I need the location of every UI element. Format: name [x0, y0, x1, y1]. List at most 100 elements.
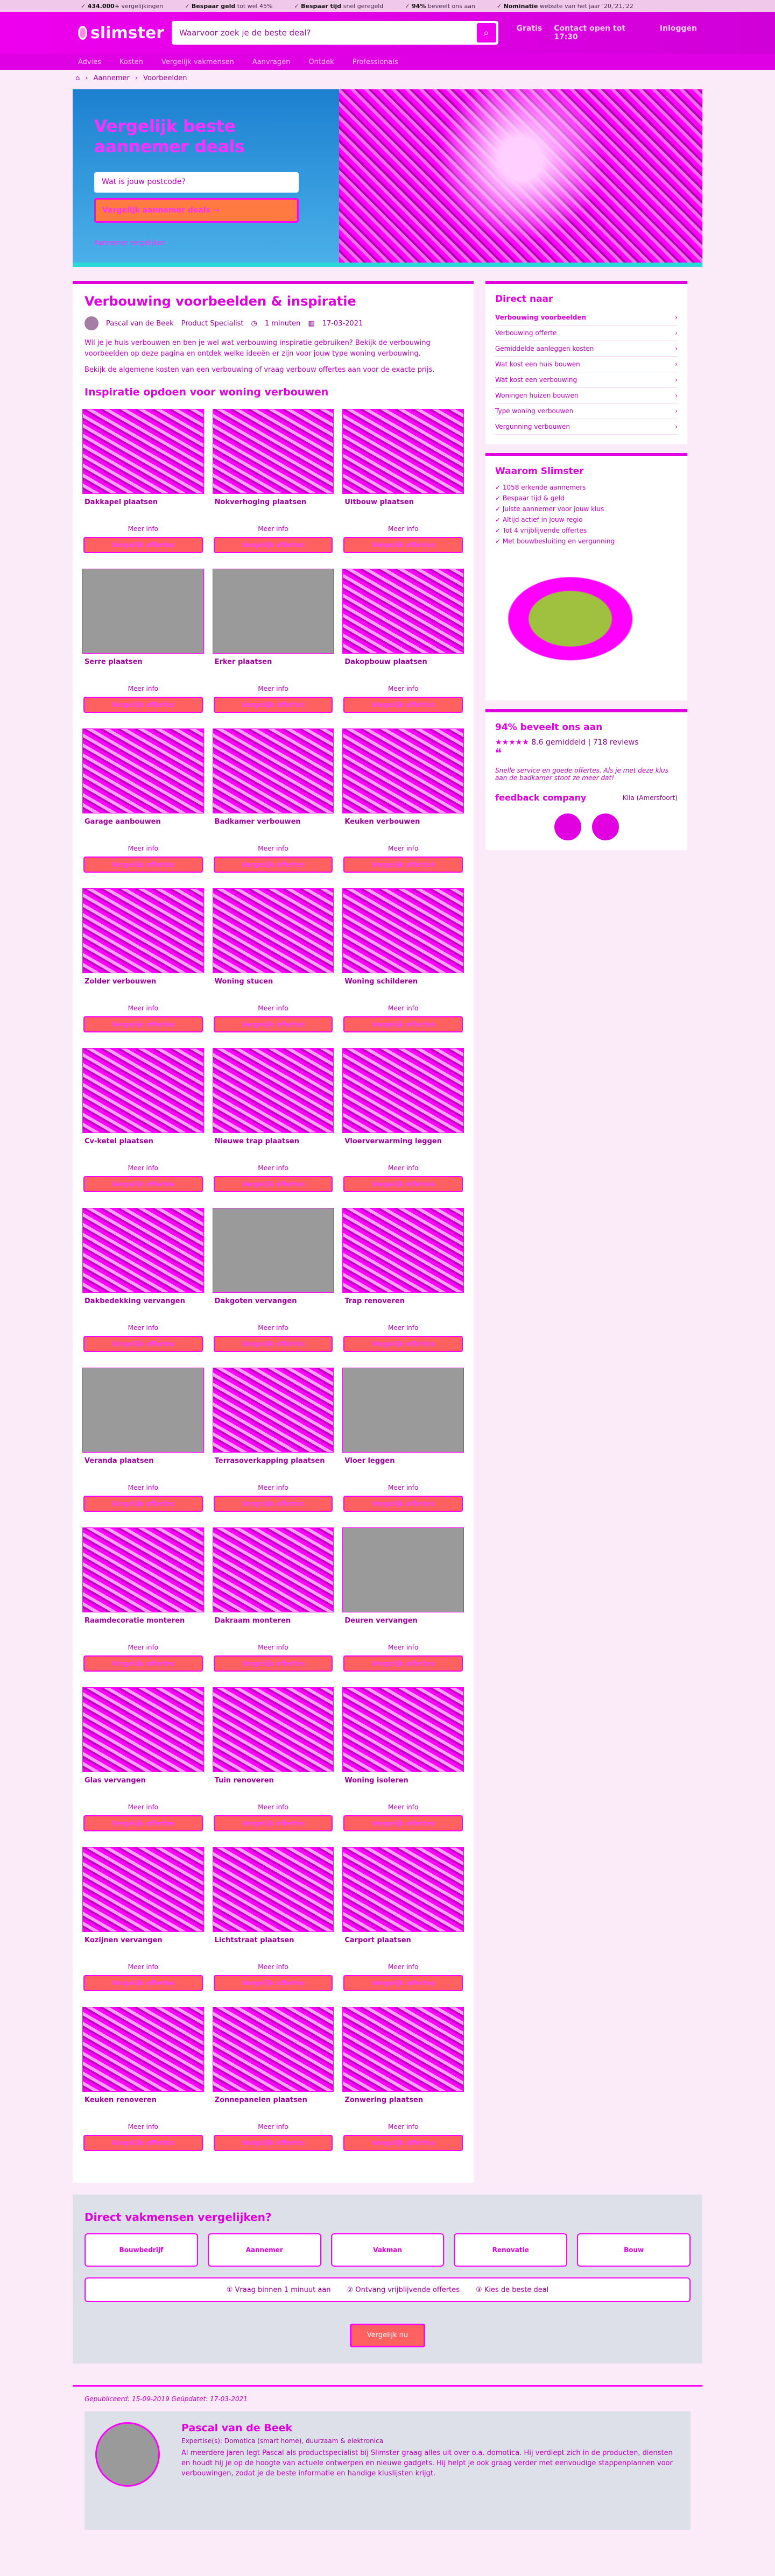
compare-button[interactable]: Vergelijk offertes: [83, 1655, 203, 1672]
more-info-link[interactable]: Meer info: [342, 1164, 464, 1176]
card-image[interactable]: [342, 1687, 464, 1772]
link-gratis[interactable]: Gratis: [517, 24, 542, 41]
card-image[interactable]: [82, 1527, 204, 1612]
card-image[interactable]: [82, 1048, 204, 1133]
card-image[interactable]: [212, 409, 334, 494]
compare-button[interactable]: Vergelijk offertes: [343, 1336, 463, 1352]
more-info-link[interactable]: Meer info: [213, 1484, 334, 1496]
compare-button[interactable]: Vergelijk offertes: [213, 1975, 333, 1991]
more-info-link[interactable]: Meer info: [342, 1803, 464, 1815]
compare-button[interactable]: Vergelijk offertes: [213, 1815, 333, 1831]
card-image[interactable]: [82, 1368, 204, 1453]
card-title[interactable]: Vloer leggen: [342, 1453, 464, 1482]
postcode-input[interactable]: Wat is jouw postcode?: [94, 172, 299, 193]
compare-button[interactable]: Vergelijk offertes: [83, 857, 203, 873]
more-info-link[interactable]: Meer info: [213, 525, 334, 537]
card-image[interactable]: [212, 1368, 334, 1453]
card-image[interactable]: [342, 1847, 464, 1932]
logo[interactable]: slimster: [78, 24, 164, 43]
card-image[interactable]: [82, 888, 204, 973]
compare-button[interactable]: Vergelijk offertes: [83, 1336, 203, 1352]
card-title[interactable]: Serre plaatsen: [82, 654, 204, 683]
compare-button[interactable]: Vergelijk offertes: [343, 1655, 463, 1672]
card-title[interactable]: Vloerverwarming leggen: [342, 1133, 464, 1162]
card-image[interactable]: [342, 1368, 464, 1453]
author-name[interactable]: Pascal van de Beek: [106, 320, 174, 328]
card-image[interactable]: [342, 1048, 464, 1133]
compare-button[interactable]: Vergelijk offertes: [213, 1496, 333, 1512]
vak-compare-button[interactable]: Vergelijk nu: [350, 2324, 425, 2347]
direct-link[interactable]: Verbouwing offerte ›: [495, 325, 678, 341]
card-image[interactable]: [82, 1847, 204, 1932]
direct-link[interactable]: Verbouwing voorbeelden ›: [495, 310, 678, 325]
more-info-link[interactable]: Meer info: [342, 1324, 464, 1336]
compare-button[interactable]: Vergelijk offertes: [213, 2135, 333, 2151]
card-image[interactable]: [342, 1527, 464, 1612]
direct-link[interactable]: Wat kost een verbouwing ›: [495, 372, 678, 388]
card-title[interactable]: Woning schilderen: [342, 973, 464, 1002]
more-info-link[interactable]: Meer info: [342, 525, 464, 537]
direct-link[interactable]: Gemiddelde aanleggen kosten ›: [495, 341, 678, 357]
card-image[interactable]: [82, 1687, 204, 1772]
vakman-logo[interactable]: Bouw: [577, 2233, 691, 2267]
compare-button[interactable]: Vergelijk offertes: [213, 537, 333, 553]
card-title[interactable]: Zonnepanelen plaatsen: [213, 2092, 334, 2121]
link-login[interactable]: Inloggen: [660, 24, 697, 41]
card-image[interactable]: [82, 1208, 204, 1293]
nav-professionals[interactable]: Professionals: [353, 58, 398, 66]
card-image[interactable]: [212, 569, 334, 654]
more-info-link[interactable]: Meer info: [82, 525, 204, 537]
card-title[interactable]: Nieuwe trap plaatsen: [213, 1133, 334, 1162]
more-info-link[interactable]: Meer info: [213, 1644, 334, 1655]
card-title[interactable]: Woning isoleren: [342, 1772, 464, 1801]
card-title[interactable]: Dakopbouw plaatsen: [342, 654, 464, 683]
card-image[interactable]: [342, 888, 464, 973]
card-image[interactable]: [342, 728, 464, 813]
compare-button[interactable]: Vergelijk offertes: [343, 1496, 463, 1512]
card-title[interactable]: Keuken verbouwen: [342, 813, 464, 843]
more-info-link[interactable]: Meer info: [213, 845, 334, 857]
home-icon[interactable]: ⌂: [75, 74, 80, 82]
compare-button[interactable]: Vergelijk offertes: [213, 1655, 333, 1672]
compare-button[interactable]: Vergelijk offertes: [343, 1815, 463, 1831]
more-info-link[interactable]: Meer info: [342, 685, 464, 697]
more-info-link[interactable]: Meer info: [213, 1963, 334, 1975]
card-image[interactable]: [212, 1687, 334, 1772]
card-image[interactable]: [342, 409, 464, 494]
card-image[interactable]: [212, 2007, 334, 2092]
more-info-link[interactable]: Meer info: [82, 685, 204, 697]
compare-button[interactable]: Vergelijk offertes: [83, 697, 203, 713]
card-title[interactable]: Trap renoveren: [342, 1293, 464, 1322]
card-title[interactable]: Terrasoverkapping plaatsen: [213, 1453, 334, 1482]
more-info-link[interactable]: Meer info: [213, 1004, 334, 1016]
more-info-link[interactable]: Meer info: [82, 1644, 204, 1655]
direct-link[interactable]: Wat kost een huis bouwen ›: [495, 357, 678, 372]
direct-link[interactable]: Vergunning verbouwen ›: [495, 419, 678, 435]
compare-button[interactable]: Vergelijk offertes: [213, 1336, 333, 1352]
more-info-link[interactable]: Meer info: [213, 2123, 334, 2135]
more-info-link[interactable]: Meer info: [342, 845, 464, 857]
compare-button[interactable]: Vergelijk offertes: [343, 537, 463, 553]
more-info-link[interactable]: Meer info: [342, 1004, 464, 1016]
more-info-link[interactable]: Meer info: [82, 1484, 204, 1496]
card-title[interactable]: Zonwering plaatsen: [342, 2092, 464, 2121]
card-title[interactable]: Raamdecoratie monteren: [82, 1612, 204, 1641]
card-title[interactable]: Tuin renoveren: [213, 1772, 334, 1801]
card-title[interactable]: Glas vervangen: [82, 1772, 204, 1801]
card-title[interactable]: Dakbedekking vervangen: [82, 1293, 204, 1322]
card-title[interactable]: Veranda plaatsen: [82, 1453, 204, 1482]
card-title[interactable]: Dakgoten vervangen: [213, 1293, 334, 1322]
direct-link[interactable]: Type woning verbouwen ›: [495, 404, 678, 419]
card-image[interactable]: [342, 1208, 464, 1293]
card-title[interactable]: Zolder verbouwen: [82, 973, 204, 1002]
more-info-link[interactable]: Meer info: [82, 1164, 204, 1176]
vakman-logo[interactable]: Bouwbedrijf: [84, 2233, 198, 2267]
card-title[interactable]: Lichtstraat plaatsen: [213, 1932, 334, 1961]
card-image[interactable]: [82, 569, 204, 654]
card-title[interactable]: Erker plaatsen: [213, 654, 334, 683]
vakman-logo[interactable]: Vakman: [330, 2233, 445, 2267]
compare-button[interactable]: Vergelijk offertes: [343, 697, 463, 713]
card-title[interactable]: Deuren vervangen: [342, 1612, 464, 1641]
card-title[interactable]: Uitbouw plaatsen: [342, 494, 464, 523]
card-image[interactable]: [212, 888, 334, 973]
